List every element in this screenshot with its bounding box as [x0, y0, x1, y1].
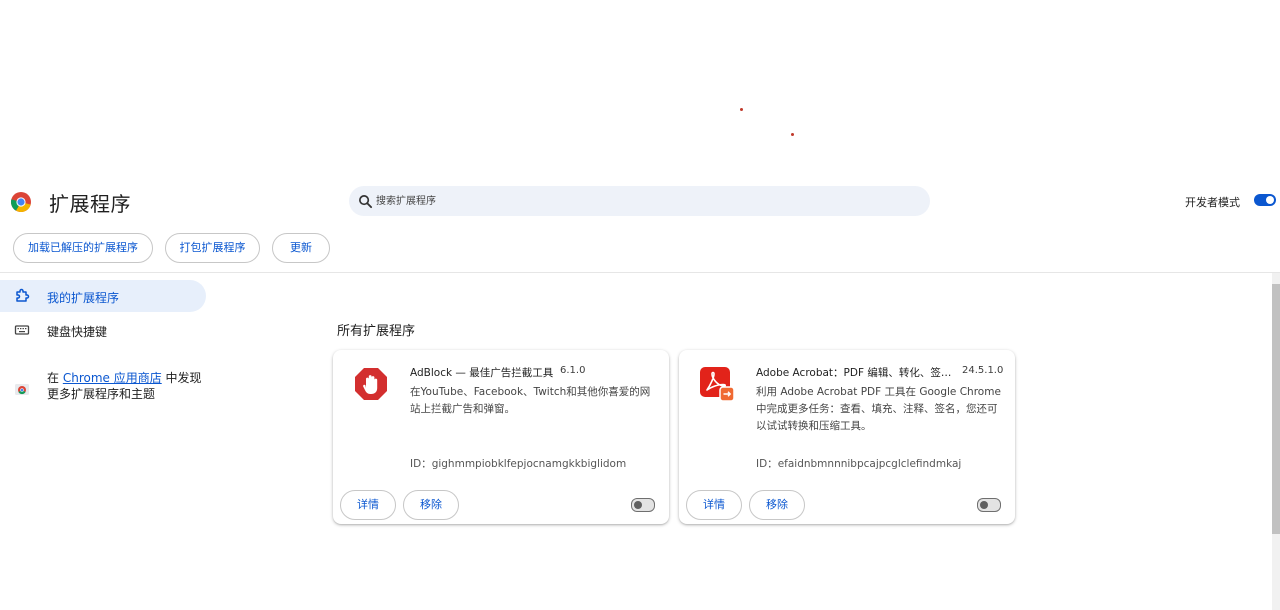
- details-button[interactable]: 详情: [686, 490, 742, 520]
- webstore-link[interactable]: Chrome 应用商店: [63, 371, 162, 385]
- remove-button[interactable]: 移除: [403, 490, 459, 520]
- toggle-knob: [634, 501, 642, 509]
- page-title: 扩展程序: [49, 192, 131, 216]
- id-value: efaidnbmnnnibpcajpcglclefindmkaj: [777, 458, 962, 470]
- id-label: ID：: [410, 458, 432, 470]
- sidebar-item-keyboard-shortcuts[interactable]: 键盘快捷键: [0, 314, 206, 346]
- puzzle-icon: [16, 288, 30, 302]
- extension-id: ID：efaidnbmnnnibpcajpcglclefindmkaj: [756, 456, 961, 471]
- search-icon: [359, 195, 373, 209]
- extension-card-adblock: AdBlock — 最佳广告拦截工具 6.1.0 在YouTube、Facebo…: [333, 350, 669, 524]
- pack-extension-button[interactable]: 打包扩展程序: [165, 233, 260, 263]
- extension-version: 6.1.0: [560, 365, 586, 376]
- developer-mode-label: 开发者模式: [1185, 196, 1240, 209]
- promo-line2: 更多扩展程序和主题: [47, 387, 156, 401]
- decorative-dot: [740, 108, 743, 111]
- details-button[interactable]: 详情: [340, 490, 396, 520]
- extension-id: ID：gighmmpiobklfepjocnamgkkbiglidom: [410, 456, 626, 471]
- extension-name: Adobe Acrobat：PDF 编辑、转化、签…: [756, 367, 952, 379]
- decorative-dot: [791, 133, 794, 136]
- extension-version: 24.5.1.0: [962, 365, 1004, 376]
- toolbar: 加载已解压的扩展程序 打包扩展程序 更新: [0, 233, 1280, 265]
- update-button[interactable]: 更新: [272, 233, 330, 263]
- header: 扩展程序 开发者模式: [0, 180, 1280, 224]
- remove-button[interactable]: 移除: [749, 490, 805, 520]
- toggle-knob: [1266, 196, 1274, 204]
- extension-description: 利用 Adobe Acrobat PDF 工具在 Google Chrome 中…: [756, 386, 1001, 432]
- promo-suffix: 中发现: [161, 371, 202, 385]
- search-bar[interactable]: [349, 186, 930, 216]
- extension-enable-toggle[interactable]: [977, 498, 1001, 512]
- extension-name: AdBlock — 最佳广告拦截工具: [410, 367, 554, 379]
- scrollbar-thumb[interactable]: [1272, 284, 1280, 534]
- sidebar-item-label: 我的扩展程序: [47, 291, 120, 305]
- section-title: 所有扩展程序: [337, 324, 416, 339]
- id-value: gighmmpiobklfepjocnamgkkbiglidom: [431, 458, 627, 470]
- keyboard-icon: [14, 325, 30, 335]
- promo-prefix: 在: [47, 371, 63, 385]
- load-unpacked-button[interactable]: 加载已解压的扩展程序: [13, 233, 153, 263]
- toggle-knob: [980, 501, 988, 509]
- header-divider: [0, 272, 1280, 273]
- chrome-logo-icon: [10, 192, 31, 213]
- chrome-webstore-icon: [15, 384, 29, 395]
- adblock-hand-icon: [355, 368, 387, 400]
- extension-card-acrobat: Adobe Acrobat：PDF 编辑、转化、签… 24.5.1.0 利用 A…: [679, 350, 1015, 524]
- developer-mode-toggle[interactable]: [1254, 194, 1276, 206]
- extension-enable-toggle[interactable]: [631, 498, 655, 512]
- promo-text: 在 Chrome 应用商店 中发现 更多扩展程序和主题: [47, 370, 217, 402]
- acrobat-icon: [700, 367, 735, 402]
- sidebar-item-label: 键盘快捷键: [47, 325, 108, 339]
- extension-description: 在YouTube、Facebook、Twitch和其他你喜爱的网站上拦截广告和弹…: [410, 386, 651, 415]
- sidebar-item-my-extensions[interactable]: 我的扩展程序: [0, 280, 206, 312]
- id-label: ID：: [756, 458, 778, 470]
- search-input[interactable]: [376, 191, 896, 211]
